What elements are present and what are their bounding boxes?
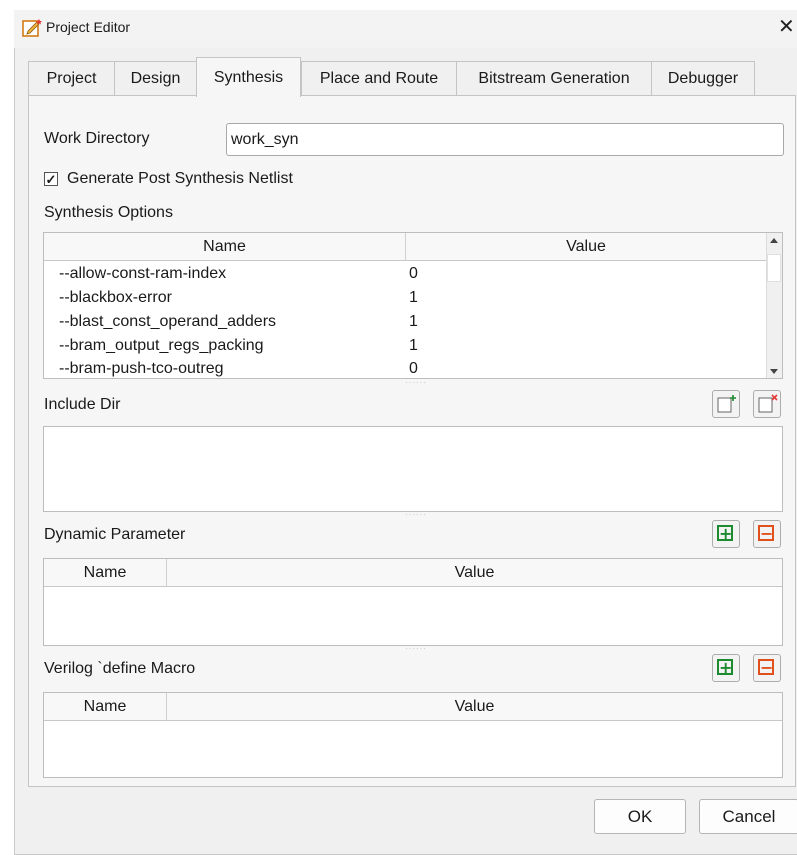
tab-bitstream-generation[interactable]: Bitstream Generation — [456, 61, 652, 95]
scrollbar-thumb[interactable] — [767, 254, 781, 282]
option-value[interactable]: 0 — [409, 265, 418, 283]
add-file-icon — [717, 395, 736, 413]
column-header-name[interactable]: Name — [44, 693, 166, 720]
verilog-define-macro-label: Verilog `define Macro — [44, 660, 196, 677]
column-header-name[interactable]: Name — [44, 233, 405, 260]
remove-define-macro-button[interactable]: − — [753, 654, 781, 682]
post-synthesis-netlist-label: Generate Post Synthesis Netlist — [67, 170, 293, 187]
column-header-value[interactable]: Value — [406, 233, 766, 260]
splitter-handle[interactable]: ······ — [405, 378, 427, 387]
add-dynamic-parameter-button[interactable]: + — [712, 520, 740, 548]
column-header-value[interactable]: Value — [167, 693, 782, 720]
plus-icon: + — [717, 658, 733, 677]
remove-file-icon — [758, 394, 778, 413]
option-name[interactable]: --allow-const-ram-index — [59, 265, 226, 283]
option-name[interactable]: --bram_output_regs_packing — [59, 337, 264, 355]
tab-design[interactable]: Design — [114, 61, 197, 95]
remove-dynamic-parameter-button[interactable]: − — [753, 520, 781, 548]
minus-icon: − — [758, 658, 774, 677]
column-header-value[interactable]: Value — [167, 559, 782, 586]
column-header-name[interactable]: Name — [44, 559, 166, 586]
work-directory-label: Work Directory — [44, 130, 150, 147]
dynamic-parameter-label: Dynamic Parameter — [44, 526, 186, 543]
title-bar — [14, 10, 797, 48]
tab-place-and-route[interactable]: Place and Route — [301, 61, 457, 95]
splitter-handle[interactable]: ······ — [405, 510, 427, 519]
remove-include-dir-button[interactable] — [753, 390, 781, 418]
scroll-down-arrow-icon[interactable] — [768, 364, 780, 376]
minus-icon: − — [758, 524, 774, 543]
option-value[interactable]: 1 — [409, 313, 418, 331]
post-synthesis-netlist-checkbox[interactable]: ✓ — [44, 172, 58, 186]
close-icon[interactable]: ✕ — [778, 12, 797, 42]
option-name[interactable]: --blast_const_operand_adders — [59, 313, 276, 331]
option-value[interactable]: 1 — [409, 289, 418, 307]
include-dir-list[interactable] — [43, 426, 783, 512]
option-name[interactable]: --bram-push-tco-outreg — [59, 360, 224, 378]
work-directory-input[interactable]: work_syn — [226, 123, 784, 156]
option-value[interactable]: 0 — [409, 360, 418, 378]
plus-icon: + — [717, 524, 733, 543]
tab-debugger[interactable]: Debugger — [651, 61, 755, 95]
ok-button[interactable]: OK — [594, 799, 686, 834]
window-title: Project Editor — [46, 19, 131, 35]
include-dir-label: Include Dir — [44, 396, 121, 413]
add-define-macro-button[interactable]: + — [712, 654, 740, 682]
app-icon — [22, 18, 44, 38]
tab-project[interactable]: Project — [28, 61, 115, 95]
add-include-dir-button[interactable] — [712, 390, 740, 418]
cancel-button[interactable]: Cancel — [699, 799, 797, 834]
option-value[interactable]: 1 — [409, 337, 418, 355]
option-name[interactable]: --blackbox-error — [59, 289, 172, 307]
scroll-up-arrow-icon[interactable] — [768, 234, 780, 246]
tab-synthesis[interactable]: Synthesis — [196, 57, 301, 97]
synthesis-options-label: Synthesis Options — [44, 204, 173, 221]
splitter-handle[interactable]: ······ — [405, 644, 427, 653]
